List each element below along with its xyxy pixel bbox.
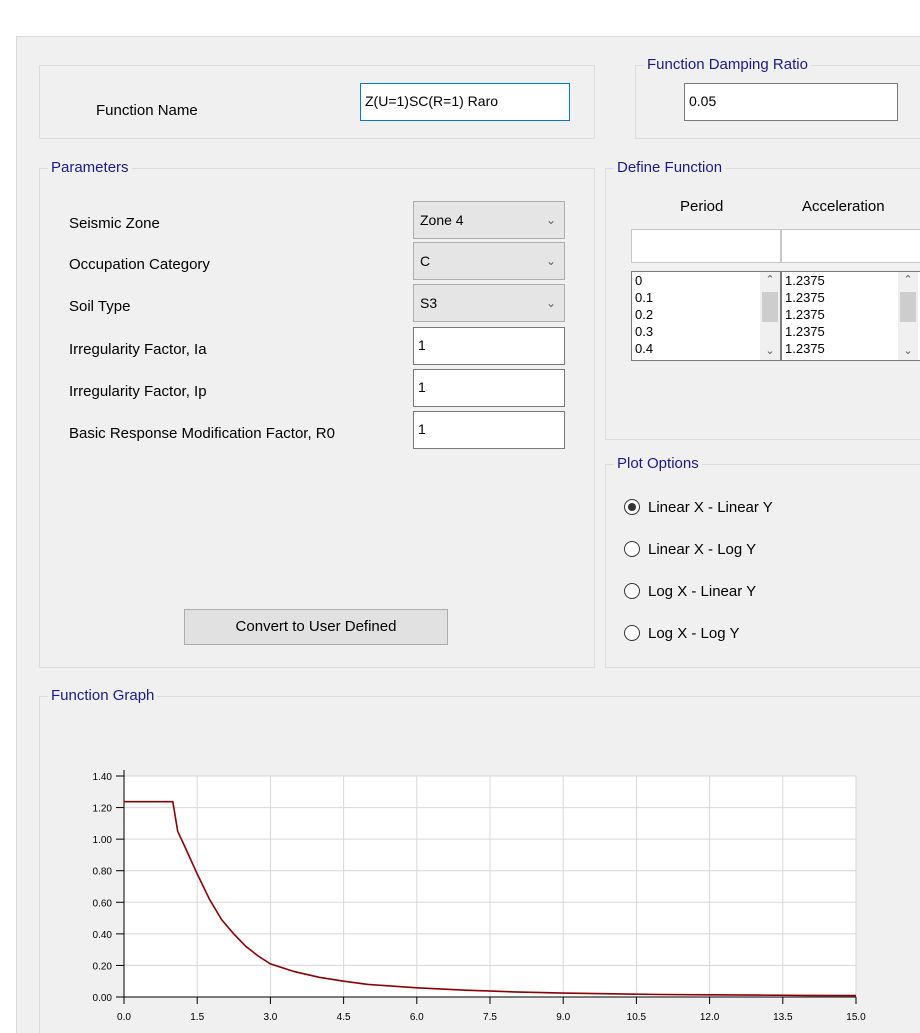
y-tick-label: 0.60 — [93, 898, 113, 909]
y-tick-label: 0.40 — [93, 930, 113, 941]
x-tick-label: 3.0 — [263, 1012, 277, 1023]
x-tick-label: 1.5 — [190, 1012, 204, 1023]
x-tick-label: 15.0 — [846, 1012, 866, 1023]
y-tick-label: 0.20 — [93, 961, 113, 972]
y-tick-label: 0.80 — [93, 867, 113, 878]
x-tick-label: 12.0 — [700, 1012, 720, 1023]
x-tick-label: 10.5 — [627, 1012, 647, 1023]
x-tick-label: 9.0 — [556, 1012, 570, 1023]
response-spectrum-dialog: Function Name Z(U=1)SC(R=1) Raro Functio… — [16, 36, 920, 1033]
x-tick-label: 0.0 — [117, 1012, 131, 1023]
y-tick-label: 1.40 — [93, 772, 113, 783]
x-tick-label: 13.5 — [773, 1012, 793, 1023]
y-tick-label: 1.00 — [93, 835, 113, 846]
x-tick-label: 7.5 — [483, 1012, 497, 1023]
y-tick-label: 0.00 — [93, 993, 113, 1004]
x-tick-label: 4.5 — [337, 1012, 351, 1023]
y-tick-label: 1.20 — [93, 804, 113, 815]
x-tick-label: 6.0 — [410, 1012, 424, 1023]
function-graph-chart: 0.0 1.5 3.0 4.5 6.0 7.5 9.0 10.5 12.0 13.5 15.0 0.0… — [93, 770, 866, 1023]
